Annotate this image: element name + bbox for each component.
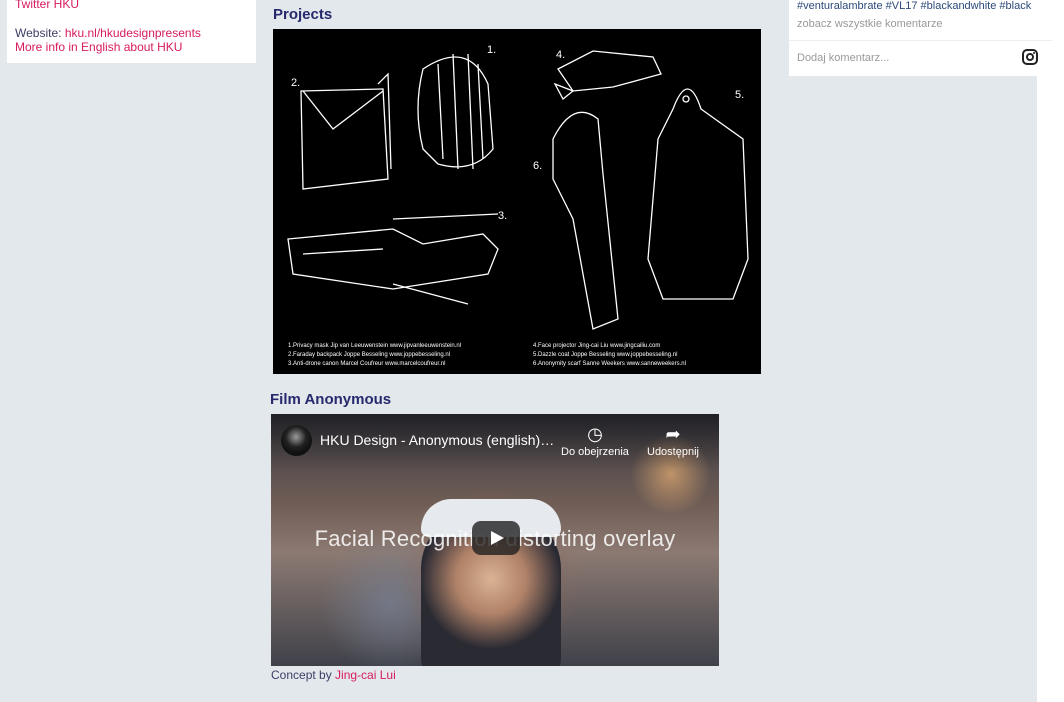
share-button[interactable]: ➦ Udostępnij xyxy=(647,424,699,458)
caption-5: 5.Dazzle coat Joppe Besseling www.joppeb… xyxy=(533,352,677,358)
anonymity-scarf-drawing xyxy=(552,111,619,330)
caption-3: 3.Anti-drone canon Marcel Coufreur www.m… xyxy=(288,361,445,367)
caption-1: 1.Privacy mask Jip van Leeuwenstein www.… xyxy=(288,343,461,349)
play-button[interactable] xyxy=(472,521,520,555)
website-link[interactable]: hku.nl/hkudesignpresents xyxy=(65,26,201,40)
add-comment-input[interactable]: Dodaj komentarz... xyxy=(797,52,889,64)
film-heading: Film Anonymous xyxy=(270,391,392,408)
number-2: 2. xyxy=(291,77,300,89)
instagram-embed: #venturalambrate #VL17 #blackandwhite #b… xyxy=(789,0,1052,76)
caption-2: 2.Faraday backpack Joppe Besseling www.j… xyxy=(288,352,450,358)
dazzle-coat-drawing xyxy=(647,88,749,300)
twitter-link[interactable]: Twitter HKU xyxy=(15,0,248,11)
projects-image: 1. 2. 3. 4. 5. 6. 1.Privacy mask Jip van… xyxy=(273,29,761,374)
projects-heading: Projects xyxy=(273,6,333,23)
captions: 1.Privacy mask Jip van Leeuwenstein www.… xyxy=(288,343,686,367)
share-icon: ➦ xyxy=(665,424,681,444)
instagram-hashtags[interactable]: #venturalambrate #VL17 #blackandwhite #b… xyxy=(797,0,1031,12)
number-1: 1. xyxy=(487,44,496,56)
number-6: 6. xyxy=(533,160,542,172)
watch-later-label: Do obejrzenia xyxy=(561,446,629,458)
item-numbers: 1. 2. 3. 4. 5. 6. xyxy=(291,44,744,222)
line-drawings xyxy=(287,50,749,330)
face-projector-drawing xyxy=(557,50,662,92)
canon-drawing xyxy=(287,228,499,290)
video-player[interactable]: HKU Design - Anonymous (english)… ◷ Do o… xyxy=(271,414,719,666)
privacy-mask-stripes xyxy=(437,53,484,170)
video-title[interactable]: HKU Design - Anonymous (english)… xyxy=(320,432,560,448)
instagram-icon[interactable] xyxy=(1022,49,1038,65)
projects-illustration: 1. 2. 3. 4. 5. 6. 1.Privacy mask Jip van… xyxy=(287,44,749,367)
clock-icon: ◷ xyxy=(587,424,603,444)
channel-avatar[interactable] xyxy=(281,425,312,456)
caption-6: 6.Anonymity scarf Sanne Weekers www.sann… xyxy=(533,361,686,367)
view-all-comments-link[interactable]: zobacz wszystkie komentarze xyxy=(797,18,943,30)
number-3: 3. xyxy=(498,210,507,222)
website-line: Website: hku.nl/hkudesignpresents xyxy=(15,26,248,40)
divider xyxy=(789,40,1052,41)
backpack-flap xyxy=(302,72,392,170)
website-label: Website: xyxy=(15,26,65,40)
concept-author-link[interactable]: Jing-cai Lui xyxy=(335,668,396,682)
canon-details xyxy=(302,213,499,305)
dazzle-coat-button xyxy=(682,95,690,103)
number-4: 4. xyxy=(556,49,565,61)
number-5: 5. xyxy=(735,89,744,101)
share-label: Udostępnij xyxy=(647,446,699,458)
more-info-english-link[interactable]: More info in English about HKU xyxy=(15,40,248,54)
caption-4: 4.Face projector Jing-cai Liu www.jingca… xyxy=(533,343,660,349)
sidebar-links-card: Twitter HKU Website: hku.nl/hkudesignpre… xyxy=(7,0,256,63)
watch-later-button[interactable]: ◷ Do obejrzenia xyxy=(561,424,629,458)
page-right-edge xyxy=(1037,0,1064,702)
concept-credit: Concept by Jing-cai Lui xyxy=(271,668,396,682)
concept-label: Concept by xyxy=(271,668,336,682)
